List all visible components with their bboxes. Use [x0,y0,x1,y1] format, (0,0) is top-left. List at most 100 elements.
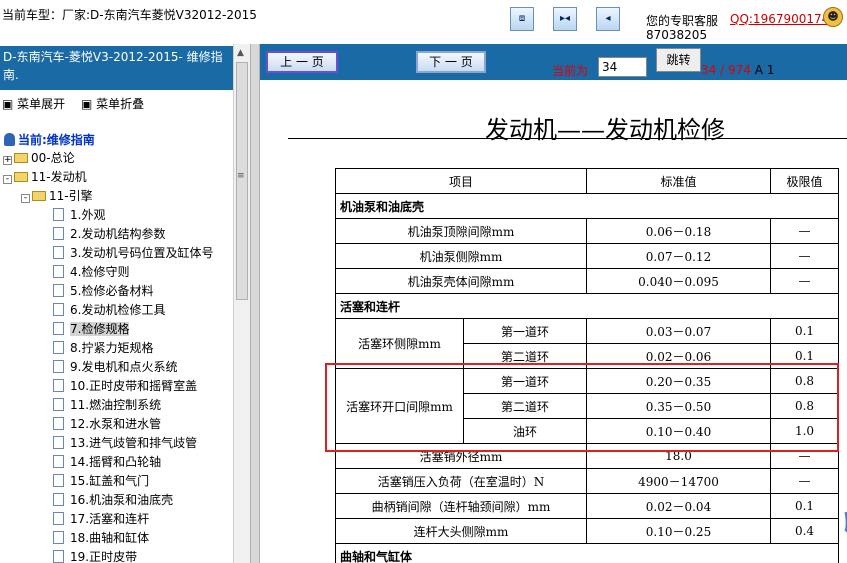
current-location-label: 当前:维修指南 [18,133,95,147]
section-row: 曲轴和气缸体 [335,543,839,563]
service-label: 您的专职客服 [646,14,719,28]
row-sub: 第二道环 [463,343,587,369]
document-icon [53,322,64,335]
row-sub: 第一道环 [463,368,587,394]
tree-folder-label: 00-总论 [31,151,75,165]
row-limit: — [770,468,839,494]
phone-number: 87038205 [646,28,708,42]
tree-doc-item[interactable]: 11.燃油控制系统 [53,396,161,415]
tree-doc-item[interactable]: 2.发动机结构参数 [53,225,165,244]
tree-doc-item[interactable]: 6.发动机检修工具 [53,301,165,320]
tree-doc-label: 17.活塞和连杆 [70,512,150,526]
row-item: 机油泵壳体间隙mm [335,268,587,294]
row-std: 0.07－0.12 [586,243,771,269]
expand-menu-button[interactable]: ▣ 菜单展开 [2,97,71,111]
tree-doc-item[interactable]: 17.活塞和连杆 [53,510,149,529]
header-std: 标准值 [586,168,771,194]
document-icon [53,227,64,240]
current-page-label: 当前为 [552,64,589,78]
collapse-minus-icon[interactable]: - [21,194,30,203]
table-row: 活塞环侧隙mm 第一道环 0.03－0.07 0.1 [335,318,839,369]
tree-doc-item[interactable]: 3.发动机号码位置及缸体号 [53,244,213,263]
row-std: 0.06－0.18 [586,218,771,244]
page-nav-bar: 上 一 页 下 一 页 当前为 跳转 34 / 974 A 1 [260,44,847,80]
collapse-menu-button[interactable]: ▣ 菜单折叠 [81,97,150,111]
tree-folder-label: 11-发动机 [31,170,87,184]
row-item: 机油泵顶隙间隙mm [335,218,587,244]
tree-folder-11-engine[interactable]: - 11-引擎 [21,187,93,206]
collapse-menu-label: 菜单折叠 [96,97,145,111]
tree-doc-label: 18.曲轴和缸体 [70,531,150,545]
section-title: 机油泵和油底壳 [335,193,839,219]
folder-icon [14,153,28,163]
header-limit: 极限值 [770,168,839,194]
tree-doc-label: 9.发电机和点火系统 [70,360,178,374]
tree-folder-11[interactable]: - 11-发动机 [3,168,87,187]
row-std: 0.10－0.40 [586,418,771,444]
document-icon [53,360,64,373]
tree-doc-item[interactable]: 1.外观 [53,206,105,225]
prev-page-button[interactable]: 上 一 页 [266,51,338,73]
next-page-button[interactable]: 下 一 页 [416,51,486,73]
row-limit: 0.1 [770,493,839,519]
collapse-minus-icon[interactable]: - [3,175,12,184]
document-icon [53,493,64,506]
row-std: 18.0 [586,443,771,469]
spec-table: 项目 标准值 极限值 机油泵和油底壳 机油泵顶隙间隙mm 0.06－0.18 —… [335,168,839,563]
scrollbar-thumb[interactable] [236,62,248,300]
tree-doc-label: 3.发动机号码位置及缸体号 [70,246,214,260]
row-limit: 0.1 [770,318,839,344]
document-icon [53,417,64,430]
split-view-button[interactable]: ▸◂ [553,7,577,31]
grip-icon[interactable]: ≡ [237,171,245,181]
tree-doc-label: 7.检修规格 [70,322,130,336]
qq-icon[interactable]: ☻ [823,7,843,27]
tree-folder-00[interactable]: +00-总论 [3,149,75,168]
row-std: 0.35－0.50 [586,393,771,419]
row-std: 0.20－0.35 [586,368,771,394]
tree-doc-item[interactable]: 10.正时皮带和摇臂室盖 [53,377,197,396]
scroll-up-arrow-icon[interactable]: ▲ [237,48,244,58]
row-sub: 第二道环 [463,393,587,419]
section-title: 活塞和连杆 [335,293,839,319]
document-icon [53,265,64,278]
layout-toggle-button[interactable]: ⧈ [510,7,534,31]
tree-doc-label: 12.水泵和进水管 [70,417,162,431]
tree-doc-item[interactable]: 14.摇臂和凸轮轴 [53,453,161,472]
page-suffix: A 1 [754,63,775,77]
row-std: 0.02－0.06 [586,343,771,369]
left-scrollbar[interactable]: ▲ ≡ [233,44,250,563]
tree-doc-item[interactable]: 9.发电机和点火系统 [53,358,177,377]
table-row: 机油泵顶隙间隙mm 0.06－0.18 — [335,218,839,244]
tree-doc-item[interactable]: 4.检修守则 [53,263,129,282]
panel-divider[interactable] [250,44,260,563]
tree-doc-item[interactable]: 5.检修必备材料 [53,282,153,301]
tree-doc-label: 19.正时皮带 [70,550,138,563]
tree-doc-item[interactable]: 19.正时皮带 [53,548,137,563]
page-count-value: 34 / 974 [701,63,751,77]
tree-doc-item[interactable]: 15.缸盖和气门 [53,472,149,491]
tree-doc-item[interactable]: 18.曲轴和缸体 [53,529,149,548]
tree-doc-label: 4.检修守则 [70,265,130,279]
tree-folder-label: 11-引擎 [49,189,93,203]
collapse-panel-button[interactable]: ◂ [596,7,620,31]
section-row: 机油泵和油底壳 [335,193,839,219]
document-icon [53,208,64,221]
document-icon [53,531,64,544]
tree-doc-item[interactable]: 16.机油泵和油底壳 [53,491,173,510]
group-label: 活塞环侧隙mm [335,318,464,369]
jump-button[interactable]: 跳转 [656,48,701,72]
tree-doc-item[interactable]: 7.检修规格 [53,320,130,339]
tree-doc-item[interactable]: 12.水泵和进水管 [53,415,161,434]
row-std: 4900－14700 [586,468,771,494]
tree-doc-label: 14.摇臂和凸轮轴 [70,455,162,469]
menu-ops: ▣ 菜单展开 ▣ 菜单折叠 [2,95,156,112]
qq-link[interactable]: QQ:1967900174 [730,12,829,26]
tree-doc-item[interactable]: 13.进气歧管和排气歧管 [53,434,197,453]
row-item: 机油泵侧隙mm [335,243,587,269]
row-limit: — [770,268,839,294]
page-number-input[interactable] [598,57,647,77]
expand-plus-icon[interactable]: + [3,156,12,165]
row-limit: 0.4 [770,518,839,544]
tree-doc-item[interactable]: 8.拧紧力矩规格 [53,339,153,358]
